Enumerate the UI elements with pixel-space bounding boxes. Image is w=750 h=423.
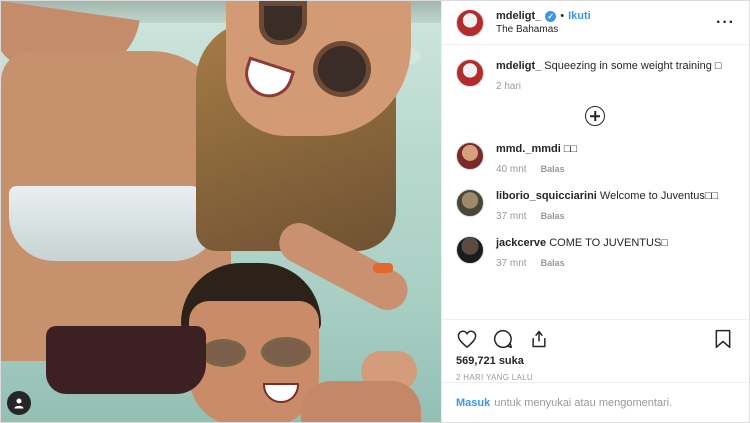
post-location[interactable]: The Bahamas — [496, 24, 716, 35]
commenter-avatar[interactable] — [456, 142, 484, 170]
user-tag-icon[interactable] — [7, 391, 31, 415]
photo-man-sunglasses-lens — [201, 339, 246, 367]
post-photo[interactable] — [1, 1, 441, 422]
comment-list[interactable]: mdeligt_ Squeezing in some weight traini… — [442, 45, 748, 315]
follow-button[interactable]: Ikuti — [568, 10, 591, 22]
bookmark-icon[interactable] — [712, 328, 734, 350]
load-more-plus-icon[interactable] — [585, 106, 605, 126]
comment-text: □□ — [563, 143, 578, 155]
instagram-post: mdeligt_ ✓ • Ikuti The Bahamas ··· mdeli… — [0, 0, 750, 423]
author-info: mdeligt_ ✓ • Ikuti The Bahamas — [496, 10, 716, 35]
login-link[interactable]: Masuk — [456, 397, 490, 409]
heart-icon[interactable] — [456, 328, 478, 350]
post-actions: 569,721 suka 2 HARI YANG LALU — [442, 319, 748, 383]
load-more-comments[interactable] — [456, 106, 734, 126]
caption-age: 2 hari — [496, 81, 522, 92]
commenter-username[interactable]: mmd._mmdi — [496, 143, 561, 155]
post-caption: mdeligt_ Squeezing in some weight traini… — [456, 59, 734, 92]
photo-bracelet — [373, 263, 393, 273]
photo-sunglasses-lens — [313, 41, 371, 97]
author-username[interactable]: mdeligt_ — [496, 10, 541, 22]
share-icon[interactable] — [528, 328, 550, 350]
comment-age: 40 mnt — [496, 164, 527, 175]
like-count[interactable]: 569,721 suka — [456, 355, 734, 367]
post-timestamp: 2 HARI YANG LALU — [456, 373, 533, 382]
caption-username[interactable]: mdeligt_ — [496, 60, 541, 72]
more-options-icon[interactable]: ··· — [716, 14, 735, 32]
comment-text: Welcome to Juventus□□ — [599, 190, 719, 202]
commenter-avatar[interactable] — [456, 189, 484, 217]
commenter-username[interactable]: jackcerve — [496, 237, 546, 249]
comment-icon[interactable] — [492, 328, 514, 350]
caption-author-avatar[interactable] — [456, 59, 484, 87]
author-avatar[interactable] — [456, 8, 484, 37]
verified-badge-icon: ✓ — [545, 10, 557, 22]
comment-age: 37 mnt — [496, 211, 527, 222]
commenter-avatar[interactable] — [456, 236, 484, 264]
reply-button[interactable]: Balas — [541, 258, 565, 269]
comment-text: COME TO JUVENTUS□ — [549, 237, 668, 249]
comment-item: liborio_squicciarini Welcome to Juventus… — [456, 189, 734, 222]
reply-button[interactable]: Balas — [541, 211, 565, 222]
comment-item: mmd._mmdi □□ 40 mnt Balas — [456, 142, 734, 175]
reply-button[interactable]: Balas — [541, 164, 565, 175]
login-prompt: Masuk untuk menyukai atau mengomentari. — [442, 382, 748, 422]
comment-age: 37 mnt — [496, 258, 527, 269]
photo-man-sunglasses-lens — [261, 337, 311, 367]
photo-bikini-top — [9, 186, 219, 261]
login-prompt-text: untuk menyukai atau mengomentari. — [494, 396, 673, 409]
photo-man-shoulder — [301, 381, 421, 422]
commenter-username[interactable]: liborio_squicciarini — [496, 190, 597, 202]
comment-item: jackcerve COME TO JUVENTUS□ 37 mnt Balas — [456, 236, 734, 269]
post-header: mdeligt_ ✓ • Ikuti The Bahamas ··· — [442, 1, 749, 45]
post-side-panel: mdeligt_ ✓ • Ikuti The Bahamas ··· mdeli… — [441, 1, 749, 422]
photo-swim-bottom — [46, 326, 206, 394]
caption-text: Squeezing in some weight training □ — [544, 60, 722, 72]
separator-dot: • — [560, 10, 565, 22]
